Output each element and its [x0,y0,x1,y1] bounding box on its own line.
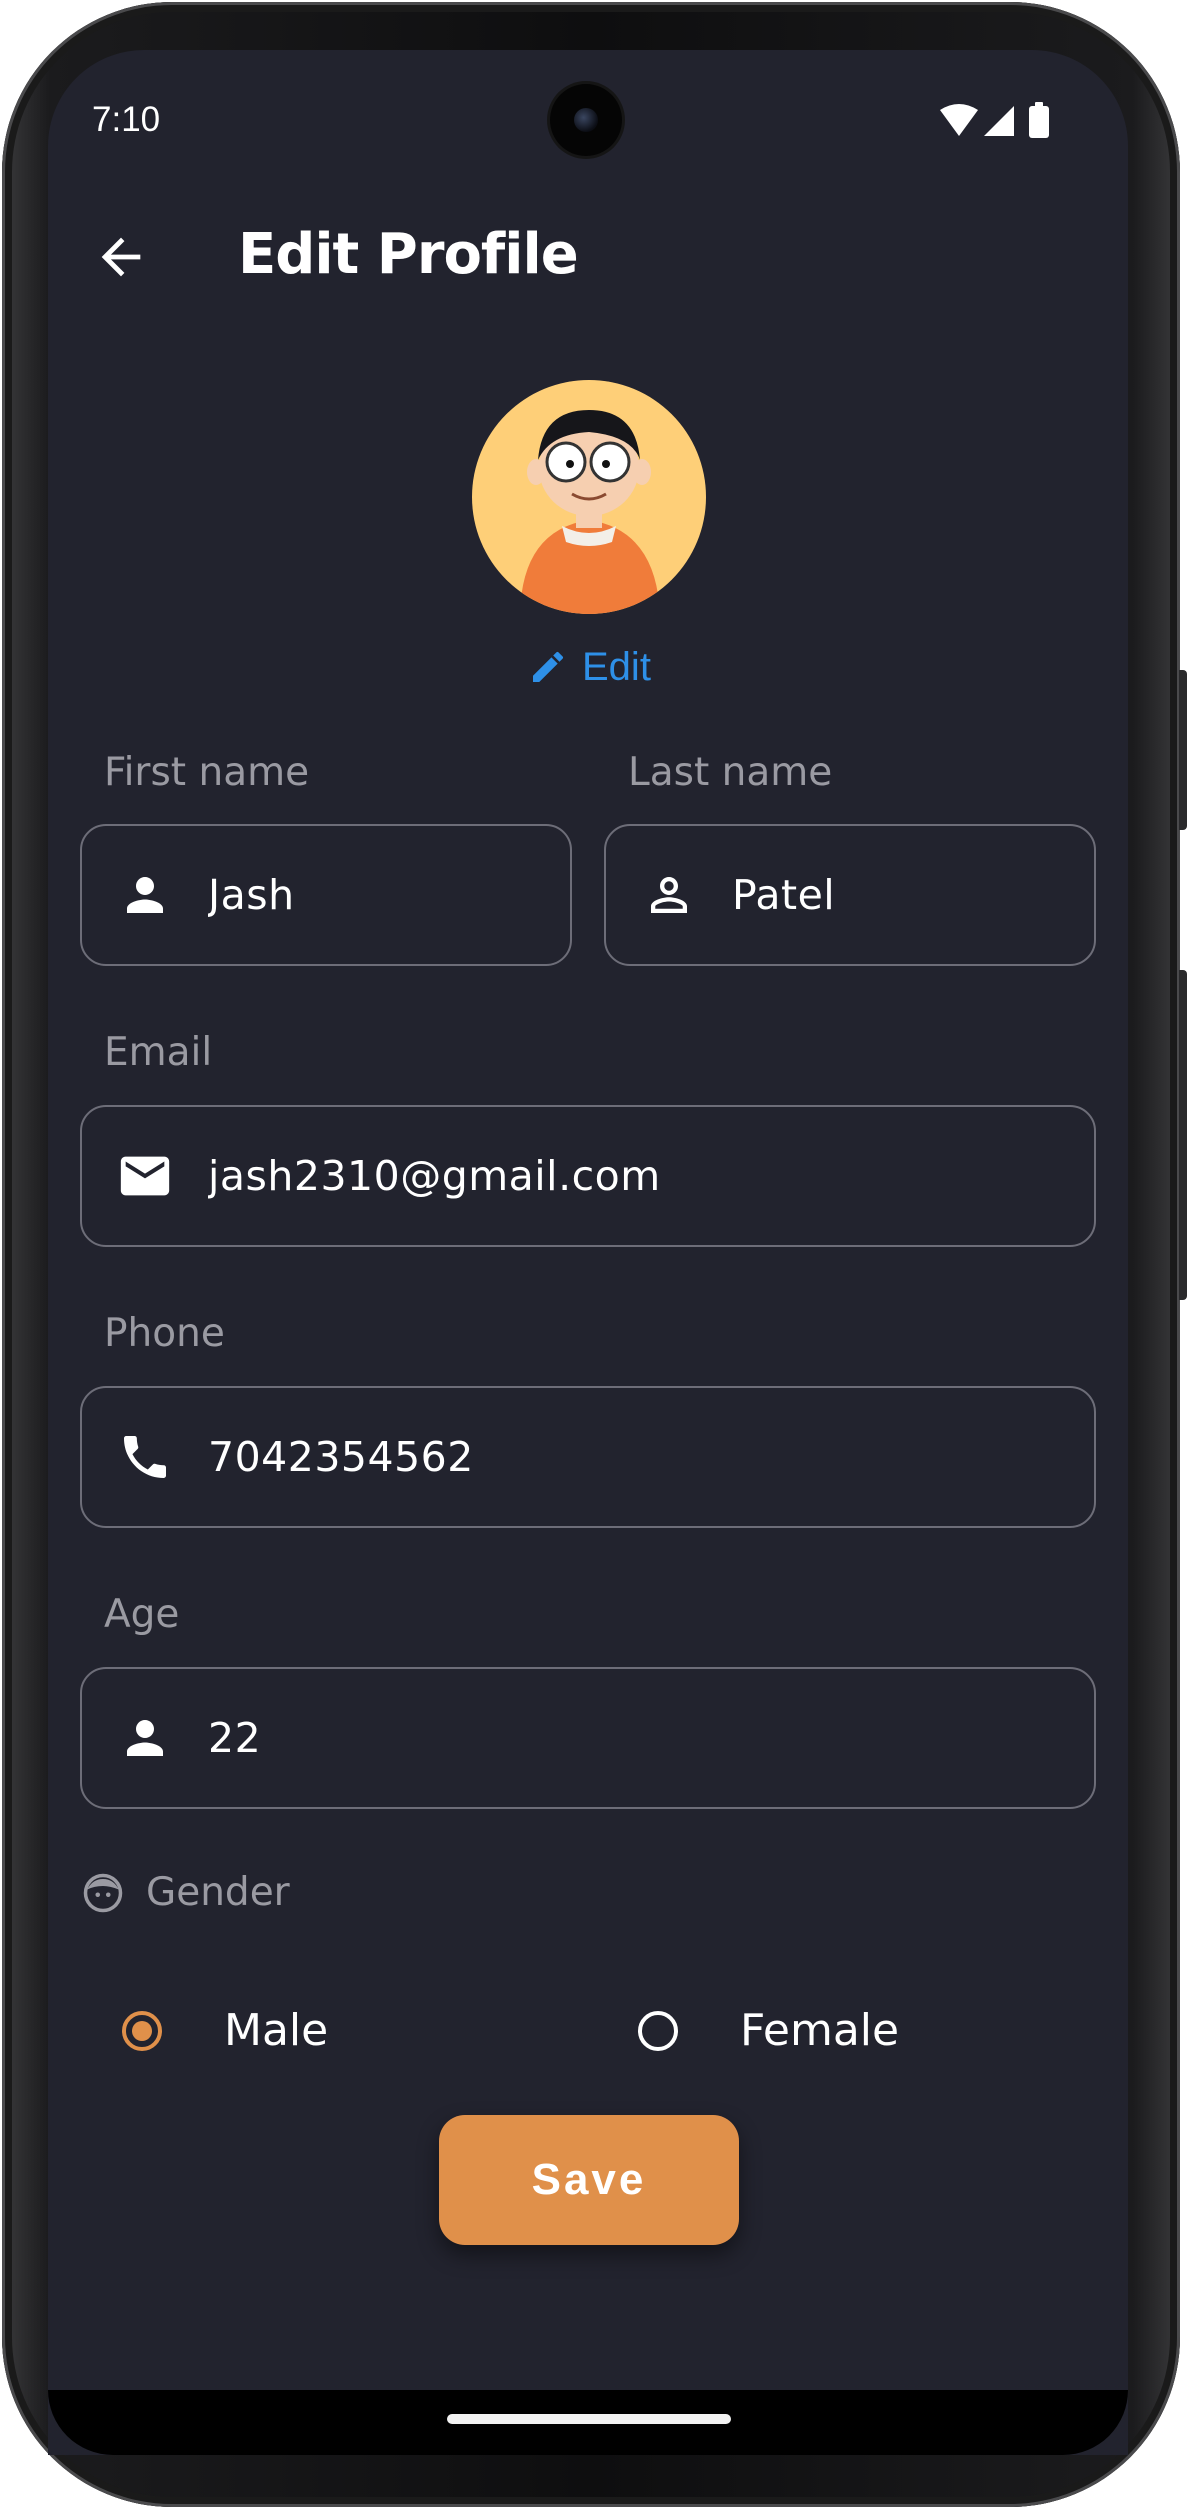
save-button[interactable]: Save [439,2115,739,2245]
wifi-icon [940,104,978,136]
gender-option-male[interactable]: Male [122,2005,328,2056]
first-name-label: First name [104,750,310,795]
gender-label: Gender [146,1870,290,1915]
last-name-field[interactable] [604,824,1096,966]
person-filled-icon [116,866,174,924]
gender-header: Gender [82,1870,290,1915]
phone-label: Phone [104,1311,225,1356]
pencil-icon [533,651,564,682]
power-button [1179,970,1187,1300]
phone-field[interactable] [80,1386,1096,1528]
home-indicator[interactable] [447,2414,731,2424]
face-icon [83,1873,123,1912]
person-filled-icon [116,1709,174,1767]
page-title: Edit Profile [238,222,579,287]
last-name-input[interactable] [732,871,1094,919]
email-field[interactable] [80,1105,1096,1247]
arrow-back-icon [101,237,141,277]
male-label: Male [224,2005,329,2056]
email-label: Email [104,1030,213,1075]
female-label: Female [740,2005,900,2056]
email-input[interactable] [208,1152,1094,1200]
volume-button [1179,670,1187,830]
status-icons [938,102,1068,142]
mail-icon [116,1147,174,1205]
first-name-input[interactable] [208,871,570,919]
avatar[interactable] [472,380,706,614]
back-button[interactable] [92,228,150,286]
edit-avatar-link[interactable]: Edit [528,642,651,692]
status-time: 7:10 [92,100,161,139]
female-radio[interactable] [638,2010,678,2051]
phone-icon [116,1428,174,1486]
edit-avatar-label: Edit [582,644,651,689]
age-field[interactable] [80,1667,1096,1809]
last-name-label: Last name [628,750,833,795]
app-screen: 7:10 Edit Profile Edit First name Last n… [48,50,1128,2455]
first-name-field[interactable] [80,824,572,966]
cartoon-avatar-image [520,410,660,614]
male-radio[interactable] [122,2010,162,2051]
age-label: Age [104,1592,180,1637]
front-camera [550,84,622,156]
phone-device: 7:10 Edit Profile Edit First name Last n… [0,0,1187,2513]
age-input[interactable] [208,1714,1094,1762]
person-outline-icon [640,866,698,924]
phone-input[interactable] [208,1433,1094,1481]
cell-signal-icon [984,106,1014,136]
battery-icon [1029,102,1049,138]
gender-option-female[interactable]: Female [638,2005,899,2056]
